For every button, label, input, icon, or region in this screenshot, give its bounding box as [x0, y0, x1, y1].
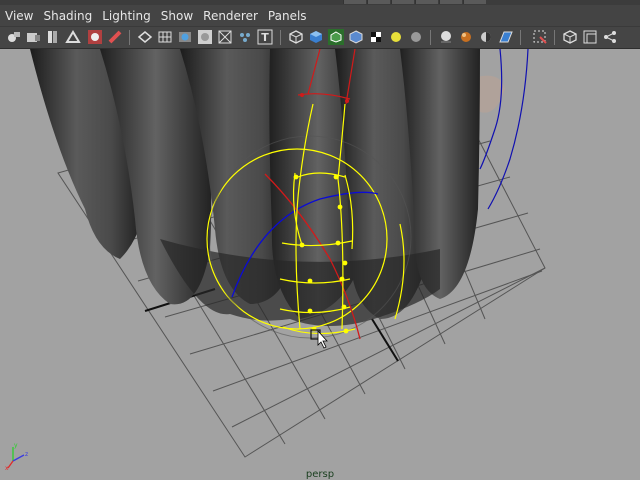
share-icon[interactable] — [602, 29, 618, 45]
wireframe-icon[interactable] — [137, 29, 153, 45]
maya-viewport-panel: View Shading Lighting Show Renderer Pane… — [0, 0, 640, 480]
menu-view[interactable]: View — [0, 6, 38, 26]
shelf-button[interactable] — [415, 0, 438, 4]
wireframe-on-shaded-icon[interactable] — [328, 29, 344, 45]
safe-action-icon[interactable] — [217, 29, 233, 45]
character-mesh — [30, 49, 505, 327]
menu-lighting[interactable]: Lighting — [97, 6, 156, 26]
textured-icon[interactable] — [348, 29, 364, 45]
toolbar-separator — [129, 30, 130, 45]
depth-of-field-icon[interactable] — [478, 29, 494, 45]
film-gate-icon[interactable] — [197, 29, 213, 45]
grid-icon[interactable] — [157, 29, 173, 45]
svg-text:T: T — [261, 31, 269, 44]
camera-attributes-icon[interactable] — [25, 29, 41, 45]
viewport-3d[interactable]: y z x persp — [0, 49, 640, 480]
shelf-button[interactable] — [463, 0, 486, 4]
menu-show[interactable]: Show — [156, 6, 198, 26]
camera-lock-icon[interactable] — [87, 29, 103, 45]
shelf-button[interactable] — [391, 0, 414, 4]
two-pane-icon[interactable] — [582, 29, 598, 45]
xray-icon[interactable] — [498, 29, 514, 45]
motion-blur-icon[interactable] — [438, 29, 454, 45]
axis-indicator: y z x — [5, 442, 28, 471]
toolbar-separator — [554, 30, 555, 45]
menu-renderer[interactable]: Renderer — [198, 6, 263, 26]
top-strip — [0, 0, 640, 5]
toolbar-separator — [280, 30, 281, 45]
axis-z-label: z — [25, 451, 28, 458]
use-default-light-icon[interactable] — [368, 29, 384, 45]
screen-space-ao-icon[interactable] — [408, 29, 424, 45]
axis-y-label: y — [14, 442, 18, 449]
smooth-shade-icon[interactable] — [308, 29, 324, 45]
toolbar-separator — [520, 30, 521, 45]
wireframe-cube-icon[interactable] — [562, 29, 578, 45]
shelf-button[interactable] — [439, 0, 462, 4]
camera-name-label: persp — [305, 469, 335, 480]
toolbar-separator — [430, 30, 431, 45]
wireframe-cube-icon[interactable] — [288, 29, 304, 45]
panel-menu-bar: View Shading Lighting Show Renderer Pane… — [0, 0, 640, 27]
isolate-select-icon[interactable] — [532, 29, 548, 45]
bookmark-icon[interactable] — [45, 29, 61, 45]
shelf-button[interactable] — [343, 0, 366, 4]
shelf-button[interactable] — [367, 0, 390, 4]
anti-alias-icon[interactable] — [458, 29, 474, 45]
menu-shading[interactable]: Shading — [38, 6, 97, 26]
menu-panels[interactable]: Panels — [263, 6, 312, 26]
image-plane-icon[interactable] — [65, 29, 81, 45]
text-icon[interactable]: T — [257, 29, 273, 45]
field-chart-icon[interactable] — [237, 29, 253, 45]
grease-pencil-icon[interactable] — [107, 29, 123, 45]
panel-toolbar: T — [0, 27, 640, 49]
resolution-gate-icon[interactable] — [177, 29, 193, 45]
scene-canvas[interactable] — [0, 49, 640, 480]
select-camera-icon[interactable] — [5, 29, 21, 45]
mouse-cursor — [310, 329, 328, 349]
shadows-icon[interactable] — [388, 29, 404, 45]
